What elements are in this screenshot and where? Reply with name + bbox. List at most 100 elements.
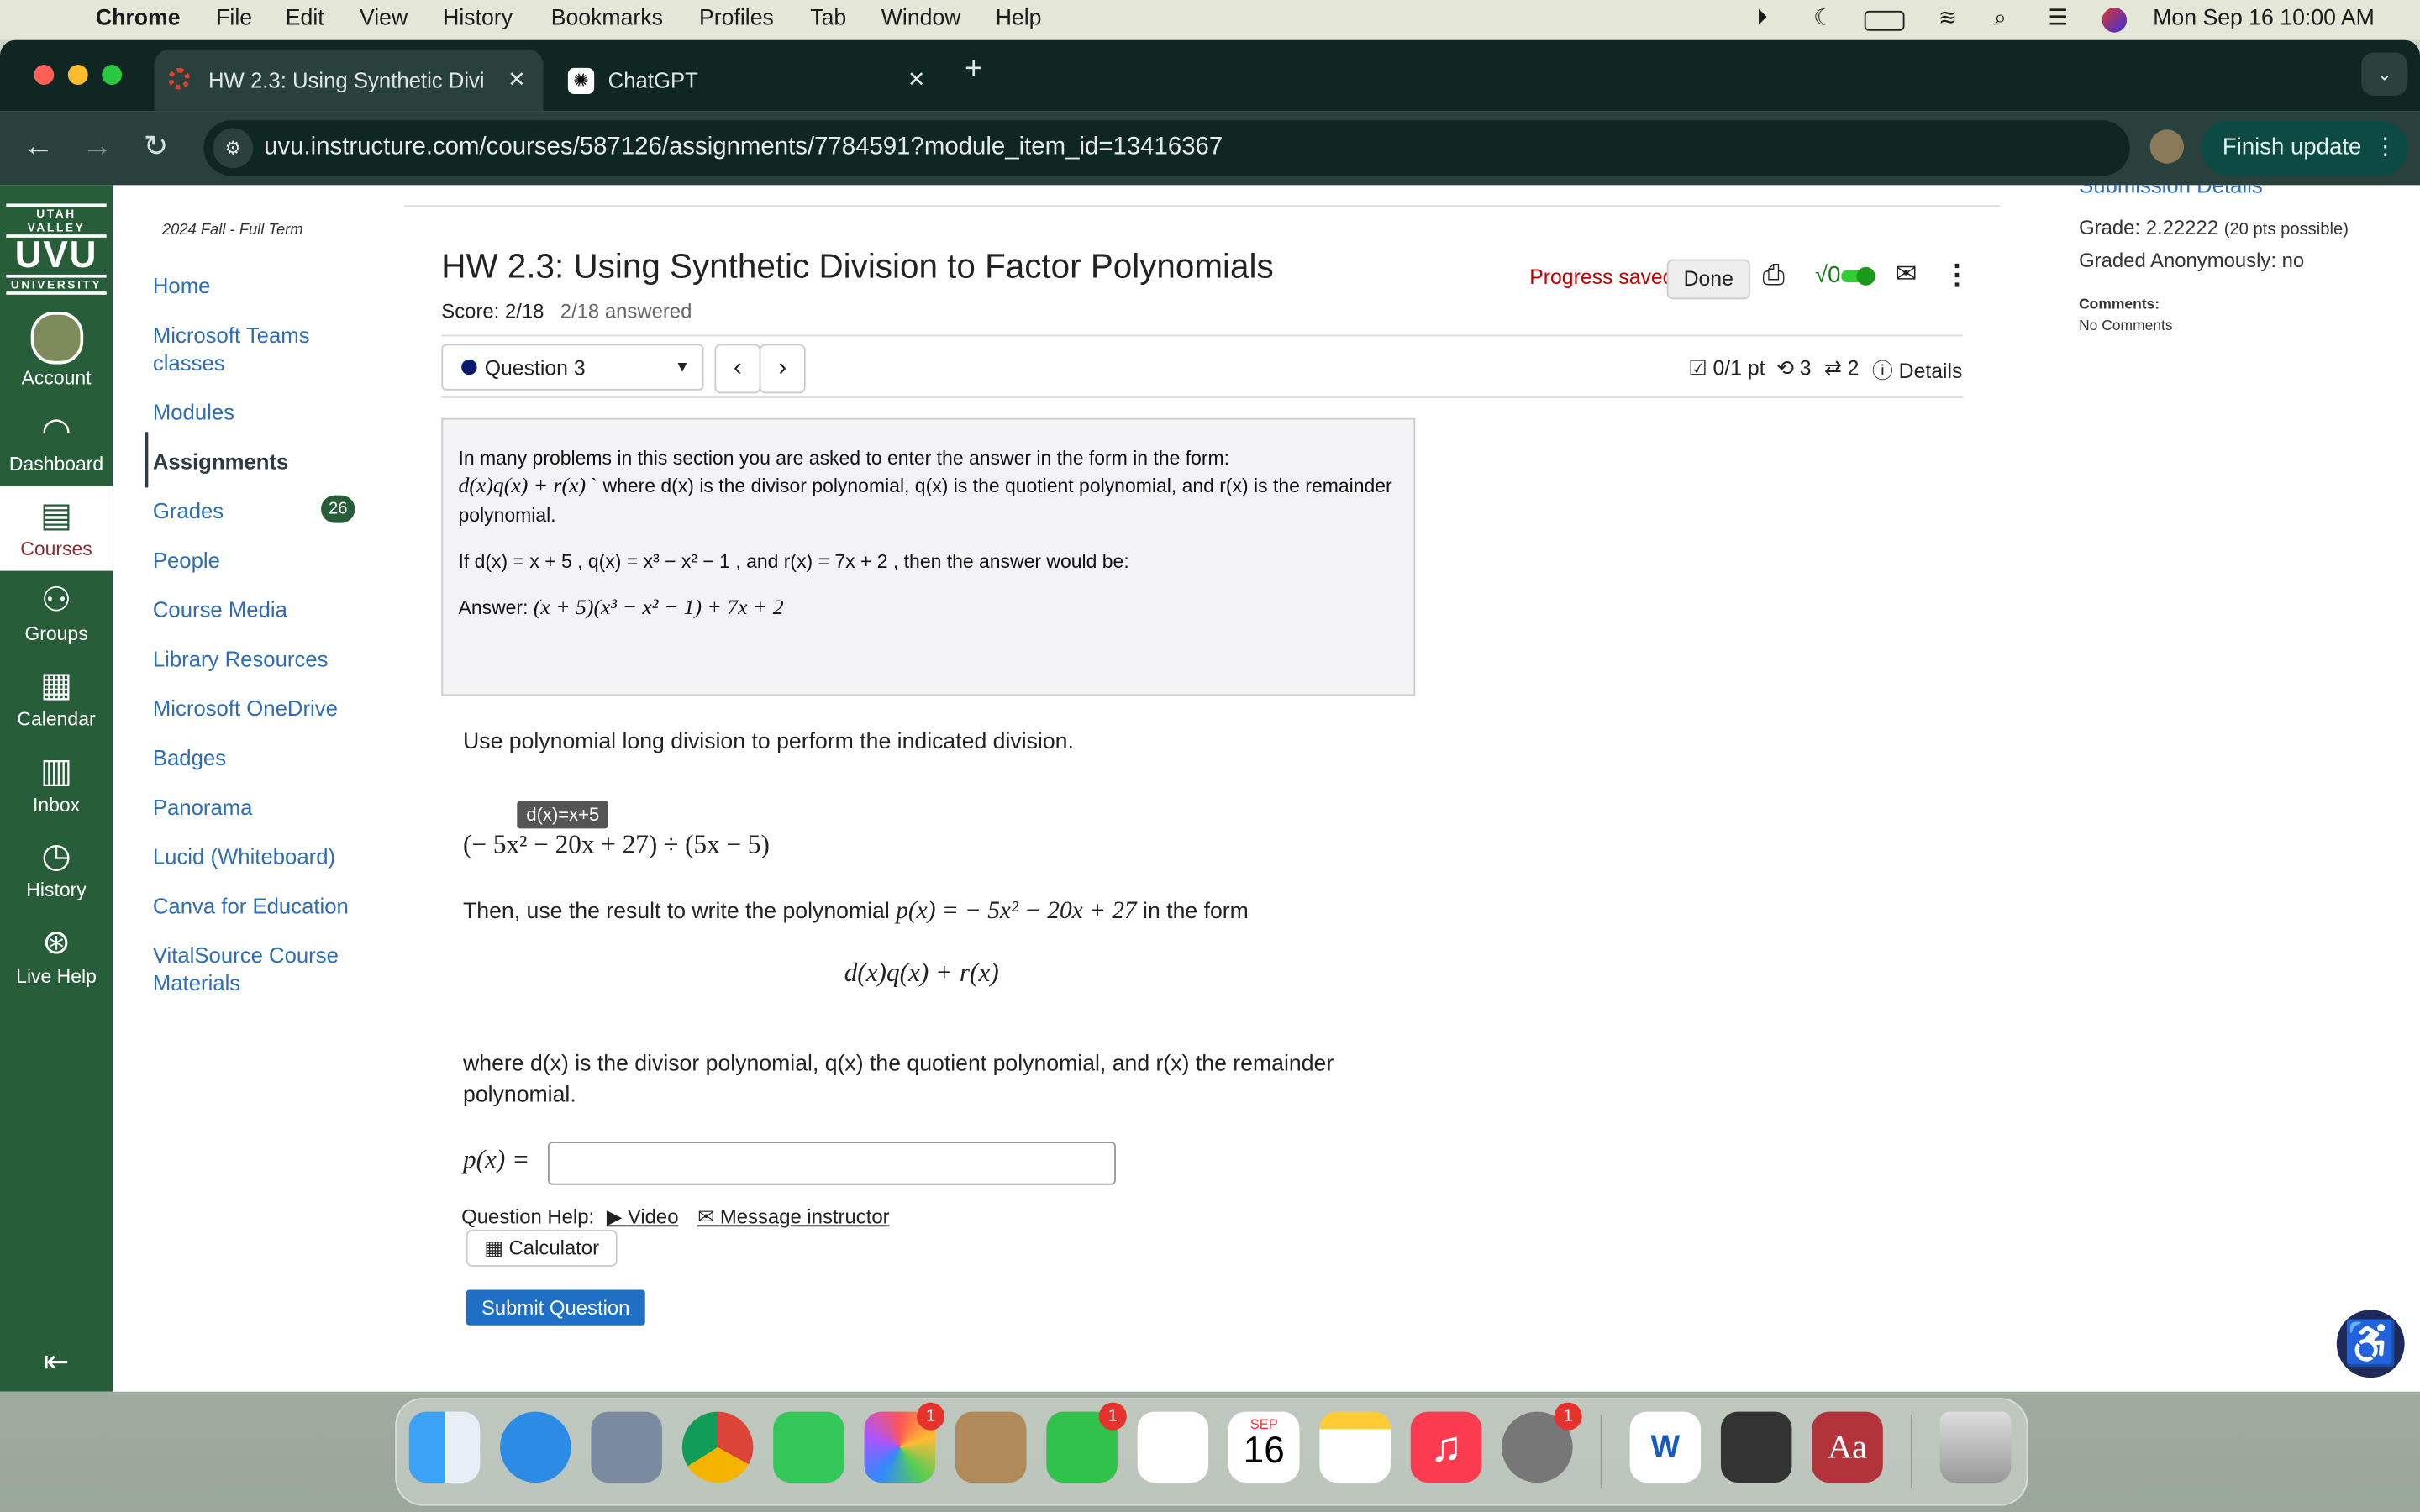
- course-nav-library[interactable]: Library Resources: [153, 645, 329, 673]
- question-select-value: Question 3: [484, 356, 586, 380]
- wifi-icon[interactable]: ≋: [1939, 6, 1957, 30]
- done-button[interactable]: Done: [1666, 259, 1750, 300]
- control-center-icon[interactable]: ☰: [2048, 6, 2068, 30]
- menu-bookmarks[interactable]: Bookmarks: [551, 6, 663, 30]
- play-icon[interactable]: ⏵: [1756, 6, 1767, 30]
- course-nav-modules[interactable]: Modules: [153, 398, 234, 426]
- safari-icon[interactable]: [500, 1411, 571, 1483]
- video-link[interactable]: ▶ Video: [607, 1205, 679, 1229]
- close-tab-icon[interactable]: ✕: [508, 66, 526, 92]
- previous-question-button[interactable]: ‹: [714, 344, 761, 394]
- course-nav-grades[interactable]: Grades: [153, 496, 224, 524]
- menu-window[interactable]: Window: [881, 6, 961, 30]
- back-button[interactable]: ←: [24, 129, 55, 165]
- answer-label: p(x) =: [463, 1144, 530, 1174]
- uvu-logo[interactable]: UTAH VALLEY UVU UNIVERSITY: [6, 203, 107, 295]
- nav-account[interactable]: Account: [0, 312, 113, 389]
- url-text[interactable]: uvu.instructure.com/courses/587126/assig…: [264, 134, 1223, 162]
- moon-icon[interactable]: ☾: [1813, 6, 1833, 30]
- close-tab-icon[interactable]: ✕: [908, 66, 926, 92]
- forward-button[interactable]: →: [82, 129, 113, 165]
- details-link[interactable]: ⓘ Details: [1872, 354, 1963, 385]
- menu-tab[interactable]: Tab: [810, 6, 846, 30]
- course-nav-lucid[interactable]: Lucid (Whiteboard): [153, 843, 335, 870]
- quicktime-icon[interactable]: [1720, 1411, 1792, 1483]
- message-instructor-link[interactable]: ✉ Message instructor: [697, 1205, 889, 1229]
- chrome-icon[interactable]: [681, 1411, 754, 1483]
- accessibility-icon[interactable]: ♿: [2336, 1310, 2405, 1378]
- notes-icon[interactable]: [1319, 1411, 1391, 1483]
- music-icon[interactable]: ♫: [1410, 1411, 1482, 1483]
- facetime-icon[interactable]: 1: [1046, 1402, 1127, 1483]
- submit-question-button[interactable]: Submit Question: [466, 1289, 645, 1326]
- math-entry-toggle[interactable]: √0: [1815, 262, 1875, 288]
- notification-badge: 1: [1098, 1402, 1127, 1431]
- trash-icon[interactable]: [1939, 1411, 2012, 1483]
- profile-avatar[interactable]: [2149, 129, 2184, 164]
- canvas-icon: [168, 67, 190, 90]
- tab-hw[interactable]: HW 2.3: Using Synthetic Divis ✕: [154, 49, 544, 112]
- answer-input[interactable]: [548, 1142, 1116, 1185]
- course-nav-vitalsource[interactable]: VitalSource Course Materials: [153, 941, 354, 996]
- question-select[interactable]: Question 3 ▼: [441, 344, 704, 391]
- collapse-nav-button[interactable]: ⇤: [0, 1342, 113, 1381]
- menu-help[interactable]: Help: [996, 6, 1042, 30]
- photos-icon[interactable]: 1: [864, 1402, 945, 1483]
- siri-icon[interactable]: [2102, 8, 2128, 33]
- next-question-button[interactable]: ›: [759, 344, 806, 394]
- menu-file[interactable]: File: [216, 6, 252, 30]
- canvas-page: UTAH VALLEY UVU UNIVERSITY Account ◠ Dash…: [0, 185, 2420, 1392]
- more-options-icon[interactable]: ⋮: [1943, 260, 1970, 292]
- calendar-app-icon[interactable]: SEP 16: [1228, 1411, 1300, 1483]
- tab-title: HW 2.3: Using Synthetic Divis: [208, 67, 483, 93]
- word-icon[interactable]: W: [1629, 1411, 1702, 1483]
- finish-update-button[interactable]: Finish update ⋮: [2201, 120, 2408, 176]
- dictionary-icon[interactable]: Aa: [1812, 1411, 1883, 1483]
- new-tab-button[interactable]: +: [965, 52, 982, 87]
- menu-edit[interactable]: Edit: [286, 6, 324, 30]
- address-bar[interactable]: ⚙ uvu.instructure.com/courses/587126/ass…: [203, 120, 2130, 176]
- mail-icon[interactable]: ✉: [1896, 260, 1918, 291]
- contacts-icon[interactable]: [955, 1411, 1027, 1483]
- menu-history[interactable]: History: [443, 6, 513, 30]
- nav-groups[interactable]: ⚇ Groups: [0, 580, 113, 645]
- course-nav-badges[interactable]: Badges: [153, 743, 226, 771]
- search-icon[interactable]: ⌕: [1994, 6, 2007, 30]
- course-nav-onedrive[interactable]: Microsoft OneDrive: [153, 695, 338, 722]
- tab-search-button[interactable]: ⌄: [2361, 52, 2408, 96]
- menu-profiles[interactable]: Profiles: [699, 6, 774, 30]
- nav-calendar[interactable]: ▦ Calendar: [0, 665, 113, 730]
- course-nav-course-media[interactable]: Course Media: [153, 596, 287, 623]
- nav-history[interactable]: ◷ History: [0, 837, 113, 901]
- launchpad-icon[interactable]: [591, 1411, 662, 1483]
- maximize-window-button[interactable]: [102, 65, 123, 86]
- close-window-button[interactable]: [34, 65, 55, 86]
- minimize-window-button[interactable]: [67, 65, 88, 86]
- course-nav-people[interactable]: People: [153, 546, 220, 574]
- nav-live-help[interactable]: ⊛ Live Help: [0, 922, 113, 987]
- course-nav-home[interactable]: Home: [153, 271, 211, 299]
- tab-chatgpt[interactable]: ✺ ChatGPT ✕: [555, 50, 941, 111]
- calculator-button[interactable]: ▦ Calculator: [466, 1229, 618, 1267]
- course-nav-panorama[interactable]: Panorama: [153, 793, 253, 821]
- site-info-icon[interactable]: ⚙: [213, 128, 254, 169]
- reload-button[interactable]: ↻: [144, 129, 168, 165]
- nav-courses[interactable]: ▤ Courses: [0, 486, 113, 571]
- reminders-icon[interactable]: [1137, 1411, 1209, 1483]
- course-nav-assignments[interactable]: Assignments: [153, 448, 288, 475]
- clock[interactable]: Mon Sep 16 10:00 AM: [2153, 6, 2375, 30]
- menu-view[interactable]: View: [360, 6, 408, 30]
- menu-app[interactable]: Chrome: [96, 6, 181, 30]
- divider: [441, 396, 1964, 398]
- submission-details-link[interactable]: Submission Details: [2079, 185, 2349, 197]
- lifebuoy-icon: ⊛: [42, 922, 71, 962]
- finder-icon[interactable]: [408, 1411, 481, 1483]
- system-settings-icon[interactable]: 1: [1502, 1402, 1582, 1483]
- messages-icon[interactable]: [773, 1411, 844, 1483]
- print-icon[interactable]: ⎙: [1763, 260, 1785, 292]
- nav-dashboard[interactable]: ◠ Dashboard: [0, 411, 113, 475]
- nav-inbox[interactable]: ▥ Inbox: [0, 751, 113, 816]
- course-nav-teams[interactable]: Microsoft Teams classes: [153, 321, 338, 376]
- course-nav-canva[interactable]: Canva for Education: [153, 892, 349, 920]
- battery-icon[interactable]: [1864, 10, 1905, 31]
